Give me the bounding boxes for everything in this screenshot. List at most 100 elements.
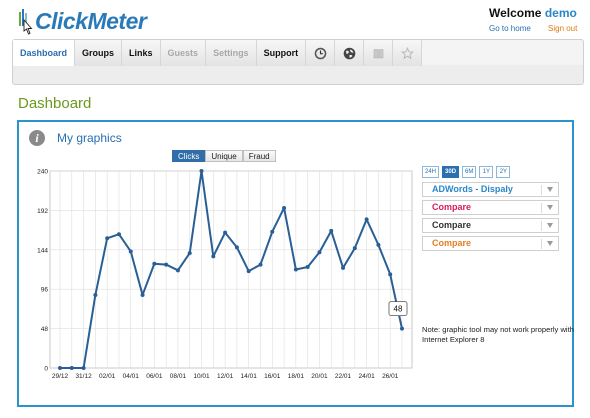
- nav-tabs: Dashboard Groups Links Guests Settings S…: [13, 40, 423, 66]
- book-icon: [373, 48, 383, 58]
- x-tick-label: 14/01: [241, 373, 258, 380]
- metric-selector: Clicks Unique Fraud: [172, 150, 276, 162]
- data-point: [199, 169, 204, 173]
- tab-label: Groups: [82, 48, 115, 58]
- data-point: [187, 251, 192, 256]
- y-tick-label: 96: [41, 287, 49, 294]
- main-navigation: Dashboard Groups Links Guests Settings S…: [12, 39, 584, 85]
- sign-out-link[interactable]: Sign out: [548, 24, 577, 33]
- star-icon: [400, 46, 414, 59]
- data-point: [329, 228, 334, 233]
- select-divider: [541, 239, 542, 249]
- data-point: [305, 265, 310, 270]
- select-divider: [541, 203, 542, 213]
- clicks-line-chart: 0 48 96 144 192 240 29/12 31/12 02/01 04/01 06/01 0…: [37, 169, 413, 380]
- data-point: [81, 366, 86, 370]
- x-tick-label: 22/01: [335, 373, 352, 380]
- tab-links[interactable]: Links: [122, 40, 161, 66]
- data-point: [58, 366, 62, 370]
- data-point: [270, 229, 275, 234]
- range-30d[interactable]: 30D: [442, 166, 460, 178]
- tab-support[interactable]: Support: [256, 40, 307, 66]
- metric-tab-clicks[interactable]: Clicks: [172, 150, 206, 162]
- logo-text: ClickMeter: [35, 7, 147, 34]
- range-24h[interactable]: 24H: [422, 166, 440, 178]
- data-point: [175, 268, 180, 273]
- cursor-hand-icon: [19, 9, 33, 35]
- x-tick-label: 06/01: [146, 373, 163, 380]
- graphics-panel: i My graphics Clicks Unique Fraud 0 48 96 1…: [17, 120, 574, 407]
- data-point: [105, 236, 110, 241]
- tab-realtime[interactable]: [306, 40, 336, 66]
- tab-label: Guests: [167, 48, 199, 58]
- data-point: [352, 246, 357, 251]
- tab-favorites[interactable]: [393, 40, 423, 66]
- series-selectors: ADWords - Dispaly Compare Compare Compar…: [422, 182, 559, 254]
- data-point: [258, 262, 263, 267]
- tab-label: Settings: [213, 48, 249, 58]
- series-select-compare-1[interactable]: Compare: [422, 200, 559, 215]
- x-tick-label: 04/01: [123, 373, 140, 380]
- select-label: ADWords - Dispaly: [432, 184, 513, 194]
- x-tick-label: 10/01: [193, 373, 210, 380]
- tab-geo[interactable]: [335, 40, 365, 66]
- data-point: [152, 261, 157, 266]
- x-tick-label: 24/01: [358, 373, 375, 380]
- tab-reports[interactable]: [364, 40, 394, 66]
- x-tick-label: 12/01: [217, 373, 234, 380]
- plot-area: [49, 170, 413, 369]
- series-select-compare-3[interactable]: Compare: [422, 236, 559, 251]
- x-tick-label: 26/01: [382, 373, 399, 380]
- data-point: [293, 267, 298, 272]
- data-point: [140, 292, 145, 297]
- tab-dashboard[interactable]: Dashboard: [13, 40, 76, 66]
- tab-groups[interactable]: Groups: [75, 40, 123, 66]
- browser-compatibility-note: Note: graphic tool may not work properly…: [422, 325, 574, 344]
- y-tick-label: 144: [37, 247, 48, 254]
- data-point: [341, 265, 346, 270]
- series-select-adwords[interactable]: ADWords - Dispaly: [422, 182, 559, 197]
- data-point: [317, 250, 322, 255]
- data-point: [164, 262, 169, 267]
- y-tick-label: 192: [37, 208, 48, 215]
- select-label: Compare: [432, 220, 472, 230]
- data-point: [400, 326, 404, 331]
- chevron-down-icon: [547, 187, 553, 192]
- tab-label: Dashboard: [20, 48, 68, 58]
- series-select-compare-2[interactable]: Compare: [422, 218, 559, 233]
- info-icon: i: [29, 130, 45, 146]
- x-tick-label: 29/12: [52, 373, 69, 380]
- data-point: [388, 272, 393, 277]
- data-point: [282, 205, 287, 210]
- data-point: [246, 269, 251, 274]
- metric-tab-unique[interactable]: Unique: [205, 150, 243, 162]
- data-point: [69, 366, 74, 370]
- welcome-message: Welcome demo: [489, 6, 577, 20]
- data-point: [93, 292, 98, 297]
- go-to-home-link[interactable]: Go to home: [489, 24, 531, 33]
- data-point: [364, 217, 369, 222]
- select-divider: [541, 185, 542, 195]
- tab-settings[interactable]: Settings: [206, 40, 257, 66]
- range-1y[interactable]: 1Y: [479, 166, 494, 178]
- data-point: [211, 254, 216, 259]
- metric-tab-fraud[interactable]: Fraud: [242, 150, 276, 162]
- range-6m[interactable]: 6M: [462, 166, 477, 178]
- clickmeter-logo[interactable]: ClickMeter: [18, 4, 147, 38]
- y-tick-label: 240: [37, 169, 48, 176]
- x-tick-label: 31/12: [75, 373, 92, 380]
- data-point: [128, 249, 133, 254]
- select-label: Compare: [432, 238, 472, 248]
- chevron-down-icon: [547, 223, 553, 228]
- y-tick-label: 0: [44, 366, 48, 373]
- page-title: Dashboard: [18, 95, 92, 112]
- welcome-text: Welcome: [489, 6, 542, 20]
- range-2y[interactable]: 2Y: [496, 166, 511, 178]
- range-selector: 24H 30D 6M 1Y 2Y: [422, 166, 511, 178]
- x-tick-label: 20/01: [311, 373, 328, 380]
- data-point: [376, 242, 381, 247]
- tab-guests[interactable]: Guests: [160, 40, 207, 66]
- tab-label: Support: [263, 48, 299, 58]
- tooltip-value: 48: [394, 305, 403, 314]
- x-tick-label: 02/01: [99, 373, 116, 380]
